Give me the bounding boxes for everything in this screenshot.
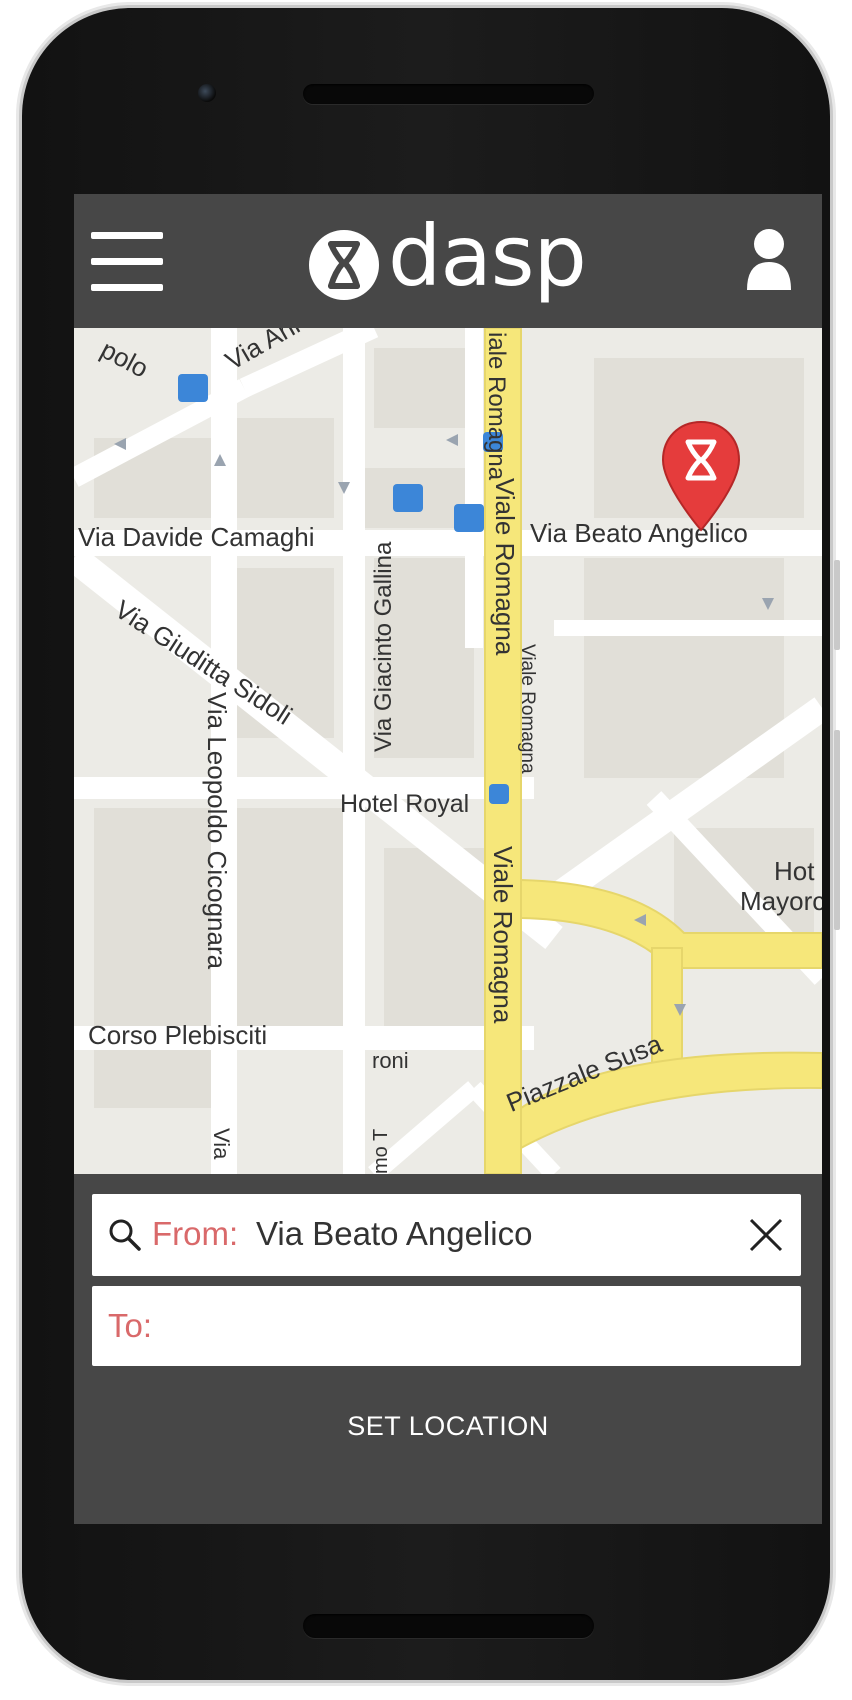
- street-label: Via: [209, 1128, 234, 1160]
- street-label: Viale Romagna: [517, 644, 538, 774]
- location-pin-icon[interactable]: [660, 420, 742, 532]
- power-button: [834, 560, 840, 650]
- app-logo-text: dasp: [388, 207, 587, 305]
- app-header: dasp: [74, 194, 822, 328]
- hamburger-menu-icon[interactable]: [91, 232, 163, 292]
- street-label: mo T: [370, 1128, 392, 1174]
- street-label: Via Davide Camaghi: [78, 522, 315, 552]
- place-label: Hotel Royal: [340, 790, 470, 818]
- street-label: iale Romagna: [483, 332, 510, 481]
- search-icon: [109, 1219, 141, 1251]
- place-label: Hot: [774, 856, 815, 886]
- bottom-speaker: [303, 1614, 594, 1638]
- user-profile-icon[interactable]: [745, 228, 793, 290]
- street-label: Corso Plebisciti: [88, 1020, 268, 1050]
- street-label: roni: [372, 1048, 409, 1073]
- top-speaker: [303, 84, 594, 104]
- street-label: Viale Romagna: [490, 478, 520, 656]
- from-input[interactable]: Via Beato Angelico: [256, 1215, 532, 1253]
- map-view[interactable]: polo Via Ani iale Romagna Viale Romagna …: [74, 328, 822, 1174]
- volume-button: [834, 730, 840, 930]
- street-label: Viale Romagna: [488, 846, 518, 1024]
- route-panel: From: Via Beato Angelico To: SET LOCATIO…: [74, 1174, 822, 1524]
- street-label: Via Leopoldo Cicognara: [202, 692, 232, 970]
- place-label: Mayorc: [740, 886, 822, 916]
- to-label: To:: [108, 1307, 153, 1344]
- close-icon[interactable]: [747, 1216, 785, 1254]
- set-location-button[interactable]: SET LOCATION: [328, 1398, 568, 1454]
- hourglass-logo-icon: [309, 230, 379, 300]
- street-label: Via Giacinto Gallina: [370, 541, 397, 752]
- from-label: From:: [152, 1215, 239, 1252]
- app-screen: dasp polo Via Ani iale Romagna Viale Rom…: [74, 194, 822, 1524]
- front-camera: [198, 84, 216, 102]
- from-field[interactable]: From: Via Beato Angelico: [92, 1194, 801, 1276]
- phone-frame: dasp polo Via Ani iale Romagna Viale Rom…: [22, 8, 830, 1680]
- to-field[interactable]: To:: [92, 1286, 801, 1366]
